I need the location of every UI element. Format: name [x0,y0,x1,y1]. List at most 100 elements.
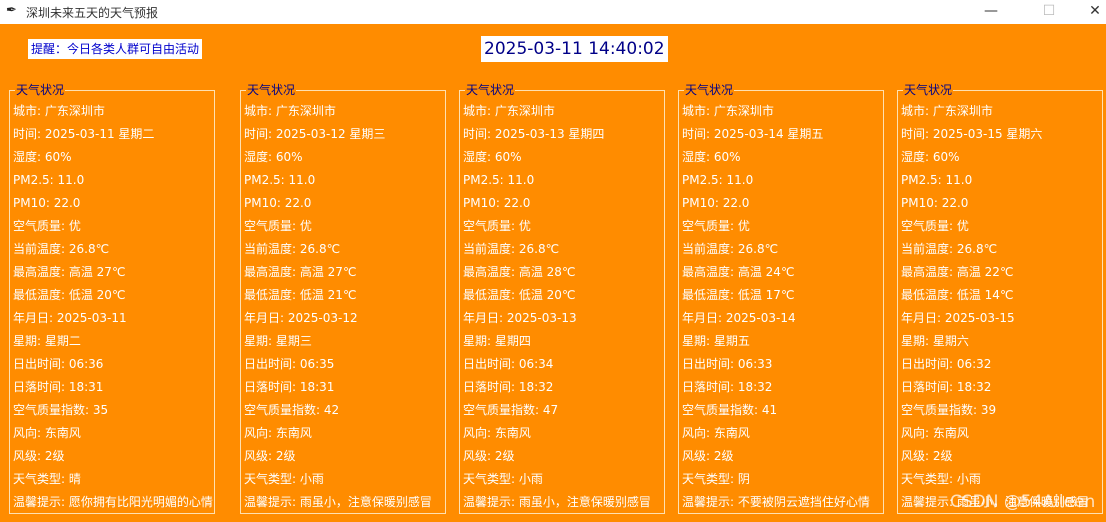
weather-field: 城市: 广东深圳市 [682,104,774,118]
weather-field: 空气质量指数: 41 [682,403,778,417]
weather-field: 空气质量: 优 [901,219,969,233]
weather-field: 日落时间: 18:32 [463,380,554,394]
title-bar: ✒ 深圳未来五天的天气预报 — ☐ ✕ [0,0,1106,24]
weather-field: 当前温度: 26.8℃ [244,242,341,256]
weather-field: PM2.5: 11.0 [682,173,754,187]
weather-field: 风级: 2级 [244,449,296,463]
weather-field: 星期: 星期三 [244,334,312,348]
weather-field: 日落时间: 18:32 [901,380,992,394]
weather-field: 最高温度: 高温 22℃ [901,265,1014,279]
forecast-card: 天气状况 城市: 广东深圳市 时间: 2025-03-12 星期三 湿度: 60% PM… [240,82,446,514]
weather-field: 最低温度: 低温 20℃ [463,288,576,302]
weather-field: 天气类型: 阴 [682,472,750,486]
weather-field: 风向: 东南风 [463,426,531,440]
weather-field: 空气质量: 优 [244,219,312,233]
weather-field: PM2.5: 11.0 [13,173,85,187]
weather-field: 时间: 2025-03-14 星期五 [682,127,824,141]
weather-field: PM10: 22.0 [682,196,750,210]
weather-field: 当前温度: 26.8℃ [13,242,110,256]
window-title: 深圳未来五天的天气预报 [26,6,159,20]
forecast-card: 天气状况 城市: 广东深圳市 时间: 2025-03-13 星期四 湿度: 60% PM… [459,82,665,514]
weather-field: 最高温度: 高温 24℃ [682,265,795,279]
maximize-button[interactable]: ☐ [1026,0,1072,24]
weather-field: 湿度: 60% [682,150,741,164]
weather-field: 天气类型: 小雨 [463,472,543,486]
weather-field: 当前温度: 26.8℃ [463,242,560,256]
weather-field: 最低温度: 低温 14℃ [901,288,1014,302]
weather-field: 日出时间: 06:33 [682,357,773,371]
weather-field: 年月日: 2025-03-14 [682,311,796,325]
weather-field: 温馨提示: 雨虽小，注意保暖别感冒 [244,495,432,509]
feather-icon: ✒ [6,3,17,18]
card-body: 城市: 广东深圳市 时间: 2025-03-12 星期三 湿度: 60% PM2.5:… [241,91,445,513]
weather-field: 星期: 星期六 [901,334,969,348]
reminder-label: 提醒：今日各类人群可自由活动 [28,39,203,59]
weather-field: 空气质量: 优 [463,219,531,233]
weather-field: 日出时间: 06:32 [901,357,992,371]
weather-field: 风向: 东南风 [901,426,969,440]
weather-field: 最低温度: 低温 21℃ [244,288,357,302]
weather-field: 风向: 东南风 [244,426,312,440]
weather-field: 年月日: 2025-03-12 [244,311,358,325]
weather-field: 日出时间: 06:36 [13,357,104,371]
weather-field: 空气质量指数: 42 [244,403,340,417]
card-body: 城市: 广东深圳市时间: 2025-03-14 星期五 湿度: 60% PM2.5:… [679,91,883,513]
card-body: 城市: 广东深圳市 时间: 2025-03-13 星期四 湿度: 60% PM2.5:… [460,91,664,513]
weather-field: 日出时间: 06:35 [244,357,335,371]
weather-field: 年月日: 2025-03-13 [463,311,577,325]
weather-field: 空气质量: 优 [13,219,81,233]
weather-field: 温馨提示: 雨虽小，注意保暖别感冒 [463,495,651,509]
card-body: 城市: 广东深圳市时间: 2025-03-11 星期二 湿度: 60% PM2.5:… [10,91,214,513]
forecast-card: 天气状况 城市: 广东深圳市 时间: 2025-03-11 星期二 湿度: 60% PM… [9,82,215,514]
weather-field: 城市: 广东深圳市 [13,104,105,118]
weather-field: 星期: 星期四 [463,334,531,348]
weather-field: 温馨提示: 不要被阴云遮挡住好心情 [682,495,870,509]
weather-field: 当前温度: 26.8℃ [682,242,779,256]
weather-field: 风向: 东南风 [682,426,750,440]
close-button[interactable]: ✕ [1072,0,1106,24]
weather-field: 当前温度: 26.8℃ [901,242,998,256]
weather-field: 时间: 2025-03-15 星期六 [901,127,1043,141]
weather-field: 城市: 广东深圳市 [244,104,336,118]
weather-field: 天气类型: 小雨 [244,472,324,486]
weather-field: PM10: 22.0 [13,196,81,210]
weather-field: 时间: 2025-03-13 星期四 [463,127,605,141]
weather-field: 最高温度: 高温 27℃ [244,265,357,279]
weather-field: 湿度: 60% [13,150,72,164]
forecast-card: 天气状况 城市: 广东深圳市 时间: 2025-03-15 星期六 湿度: 60% PM… [897,82,1103,514]
weather-field: 日落时间: 18:31 [13,380,104,394]
weather-field: 年月日: 2025-03-11 [13,311,127,325]
watermark: CSDN @54Aileen [950,492,1096,512]
weather-field: 空气质量指数: 39 [901,403,997,417]
weather-field: 风向: 东南风 [13,426,81,440]
weather-field: 风级: 2级 [13,449,65,463]
weather-field: 时间: 2025-03-12 星期三 [244,127,386,141]
weather-field: 空气质量指数: 35 [13,403,109,417]
weather-field: 星期: 星期二 [13,334,81,348]
minimize-button[interactable]: — [968,0,1014,24]
weather-field: 空气质量: 优 [682,219,750,233]
weather-field: 天气类型: 小雨 [901,472,981,486]
weather-field: 最高温度: 高温 27℃ [13,265,126,279]
weather-field: 年月日: 2025-03-15 [901,311,1015,325]
weather-field: 最高温度: 高温 28℃ [463,265,576,279]
weather-field: PM10: 22.0 [463,196,531,210]
weather-field: 星期: 星期五 [682,334,750,348]
weather-field: PM2.5: 11.0 [901,173,973,187]
weather-field: PM10: 22.0 [901,196,969,210]
weather-field: 温馨提示: 愿你拥有比阳光明媚的心情 [13,495,213,509]
weather-field: 城市: 广东深圳市 [463,104,555,118]
weather-field: PM2.5: 11.0 [244,173,316,187]
weather-field: 最低温度: 低温 20℃ [13,288,126,302]
weather-field: PM2.5: 11.0 [463,173,535,187]
forecast-card: 天气状况 城市: 广东深圳市 时间: 2025-03-14 星期五 湿度: 60% PM… [678,82,884,514]
weather-field: 湿度: 60% [901,150,960,164]
weather-field: 时间: 2025-03-11 星期二 [13,127,155,141]
weather-field: 天气类型: 晴 [13,472,81,486]
weather-field: 风级: 2级 [463,449,515,463]
datetime-label: 2025-03-11 14:40:02 [481,36,668,62]
weather-field: 日出时间: 06:34 [463,357,554,371]
weather-field: 城市: 广东深圳市 [901,104,993,118]
card-body: 城市: 广东深圳市时间: 2025-03-15 星期六 湿度: 60% PM2.5:… [898,91,1102,513]
weather-field: 空气质量指数: 47 [463,403,559,417]
